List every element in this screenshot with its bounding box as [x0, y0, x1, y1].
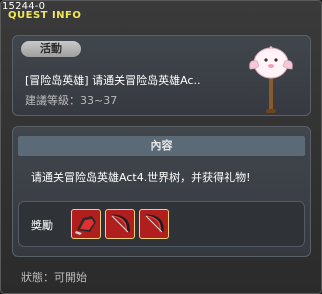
- reward-slot-1[interactable]: [71, 209, 101, 239]
- npc-icon: [249, 46, 293, 113]
- quest-info-window: 15244-0 QUEST INFO 活動 [冒险岛英雄] 请通关冒险岛英雄Ac…: [0, 0, 322, 294]
- quest-content-panel: 內容 请通关冒险岛英雄Act4.世界树，并获得礼物! 獎勵: [12, 126, 311, 257]
- red-glove-item-icon: [75, 216, 96, 235]
- quest-type-badge: 活動: [21, 41, 81, 57]
- quest-name: [冒险岛英雄] 请通关冒险岛英雄Ac..: [25, 74, 201, 87]
- quest-summary-panel: 活動 [冒险岛英雄] 请通关冒险岛英雄Ac.. 建議等級：33~37: [12, 35, 311, 116]
- quest-status: 狀態：可開始: [21, 271, 87, 284]
- reward-box: 獎勵: [18, 201, 305, 247]
- red-bow-item-icon: [111, 214, 130, 233]
- recommended-level: 建議等級：33~37: [25, 94, 118, 107]
- quest-description: 请通关冒险岛英雄Act4.世界树，并获得礼物!: [31, 171, 251, 184]
- reward-label: 獎勵: [31, 219, 53, 232]
- content-header: 內容: [18, 136, 305, 156]
- reward-slot-2[interactable]: [105, 209, 135, 239]
- window-title: QUEST INFO: [8, 10, 82, 21]
- reward-slot-3[interactable]: [139, 209, 169, 239]
- red-bow-item-icon: [145, 214, 164, 233]
